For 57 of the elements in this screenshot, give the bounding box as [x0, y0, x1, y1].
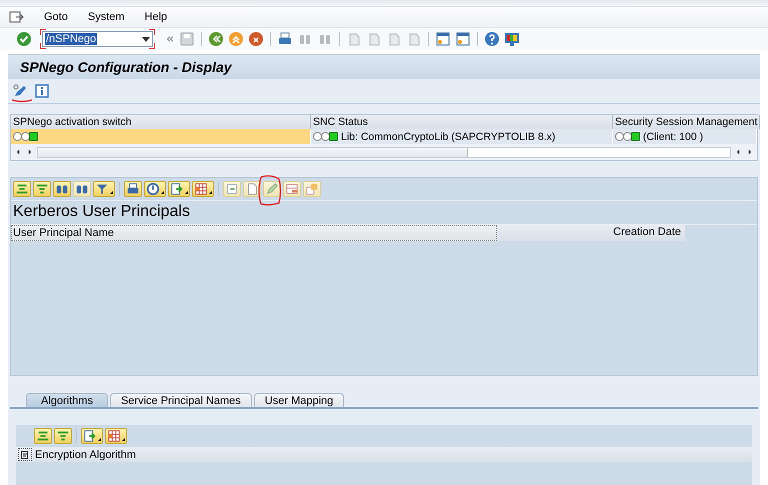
sort-descending-icon	[35, 182, 49, 196]
cell-text: (Client: 100 )	[643, 130, 704, 142]
menu-icon[interactable]	[8, 9, 24, 25]
select-all-button[interactable]	[18, 448, 32, 461]
column-header: Security Session Management	[613, 115, 760, 129]
layout-icon	[107, 429, 121, 443]
column-header: SNC Status	[311, 115, 613, 129]
export-icon	[83, 429, 97, 443]
new-session-icon[interactable]	[435, 31, 451, 47]
layout-button[interactable]	[105, 428, 127, 444]
sort-descending-button[interactable]	[33, 181, 51, 197]
sort-ascending-button[interactable]	[13, 181, 31, 197]
monitor-icon[interactable]	[504, 31, 520, 47]
back-icon[interactable]	[208, 31, 224, 47]
export-icon	[170, 182, 184, 196]
print-button[interactable]	[124, 181, 142, 197]
column-header: Creation Date	[497, 225, 685, 241]
cancel-icon[interactable]	[248, 31, 264, 47]
cell-text: Lib: CommonCryptoLib (SAPCRYPTOLIB 8.x)	[341, 130, 556, 142]
table-title: Kerberos User Principals	[11, 200, 757, 224]
command-field[interactable]: /nSPNego	[42, 31, 153, 47]
annotation-underline	[11, 98, 33, 103]
export-button[interactable]	[81, 428, 103, 444]
layout-button[interactable]	[192, 181, 214, 197]
tab[interactable]: Service Principal Names	[110, 393, 252, 407]
list-icon	[20, 450, 30, 458]
sort-ascending-icon	[36, 429, 50, 443]
screen-title: SPNego Configuration - Display	[8, 54, 760, 79]
menu-item[interactable]: Goto	[44, 11, 68, 23]
print-icon[interactable]	[277, 31, 293, 47]
dropdown-icon[interactable]	[142, 36, 150, 42]
sort-descending-icon	[56, 429, 70, 443]
create-icon	[245, 182, 259, 196]
print-icon	[126, 182, 140, 196]
shortcut-icon[interactable]	[455, 31, 471, 47]
sort-descending-button[interactable]	[54, 428, 72, 444]
layout-icon	[194, 182, 208, 196]
horizontal-scrollbar[interactable]	[37, 146, 731, 158]
create-button[interactable]	[243, 181, 261, 197]
column-header: Encryption Algorithm	[35, 448, 136, 460]
menu-item[interactable]: Help	[144, 11, 168, 23]
enter-icon[interactable]	[16, 31, 32, 47]
column-header: User Principal Name	[11, 225, 497, 241]
export-button[interactable]	[168, 181, 190, 197]
edit-icon	[265, 182, 279, 196]
tab[interactable]: User Mapping	[254, 393, 344, 407]
tab[interactable]: Algorithms	[26, 393, 108, 407]
filter-icon	[95, 182, 109, 196]
save-icon[interactable]	[179, 31, 195, 47]
column-header: SPNego activation switch	[11, 115, 311, 129]
help-icon[interactable]	[484, 31, 500, 47]
filter-button[interactable]	[93, 181, 115, 197]
info-icon[interactable]	[34, 83, 50, 99]
edit-button[interactable]	[263, 181, 281, 197]
pencil-icon[interactable]	[12, 83, 28, 99]
sort-ascending-icon	[15, 182, 29, 196]
menu-item[interactable]: System	[88, 11, 125, 23]
